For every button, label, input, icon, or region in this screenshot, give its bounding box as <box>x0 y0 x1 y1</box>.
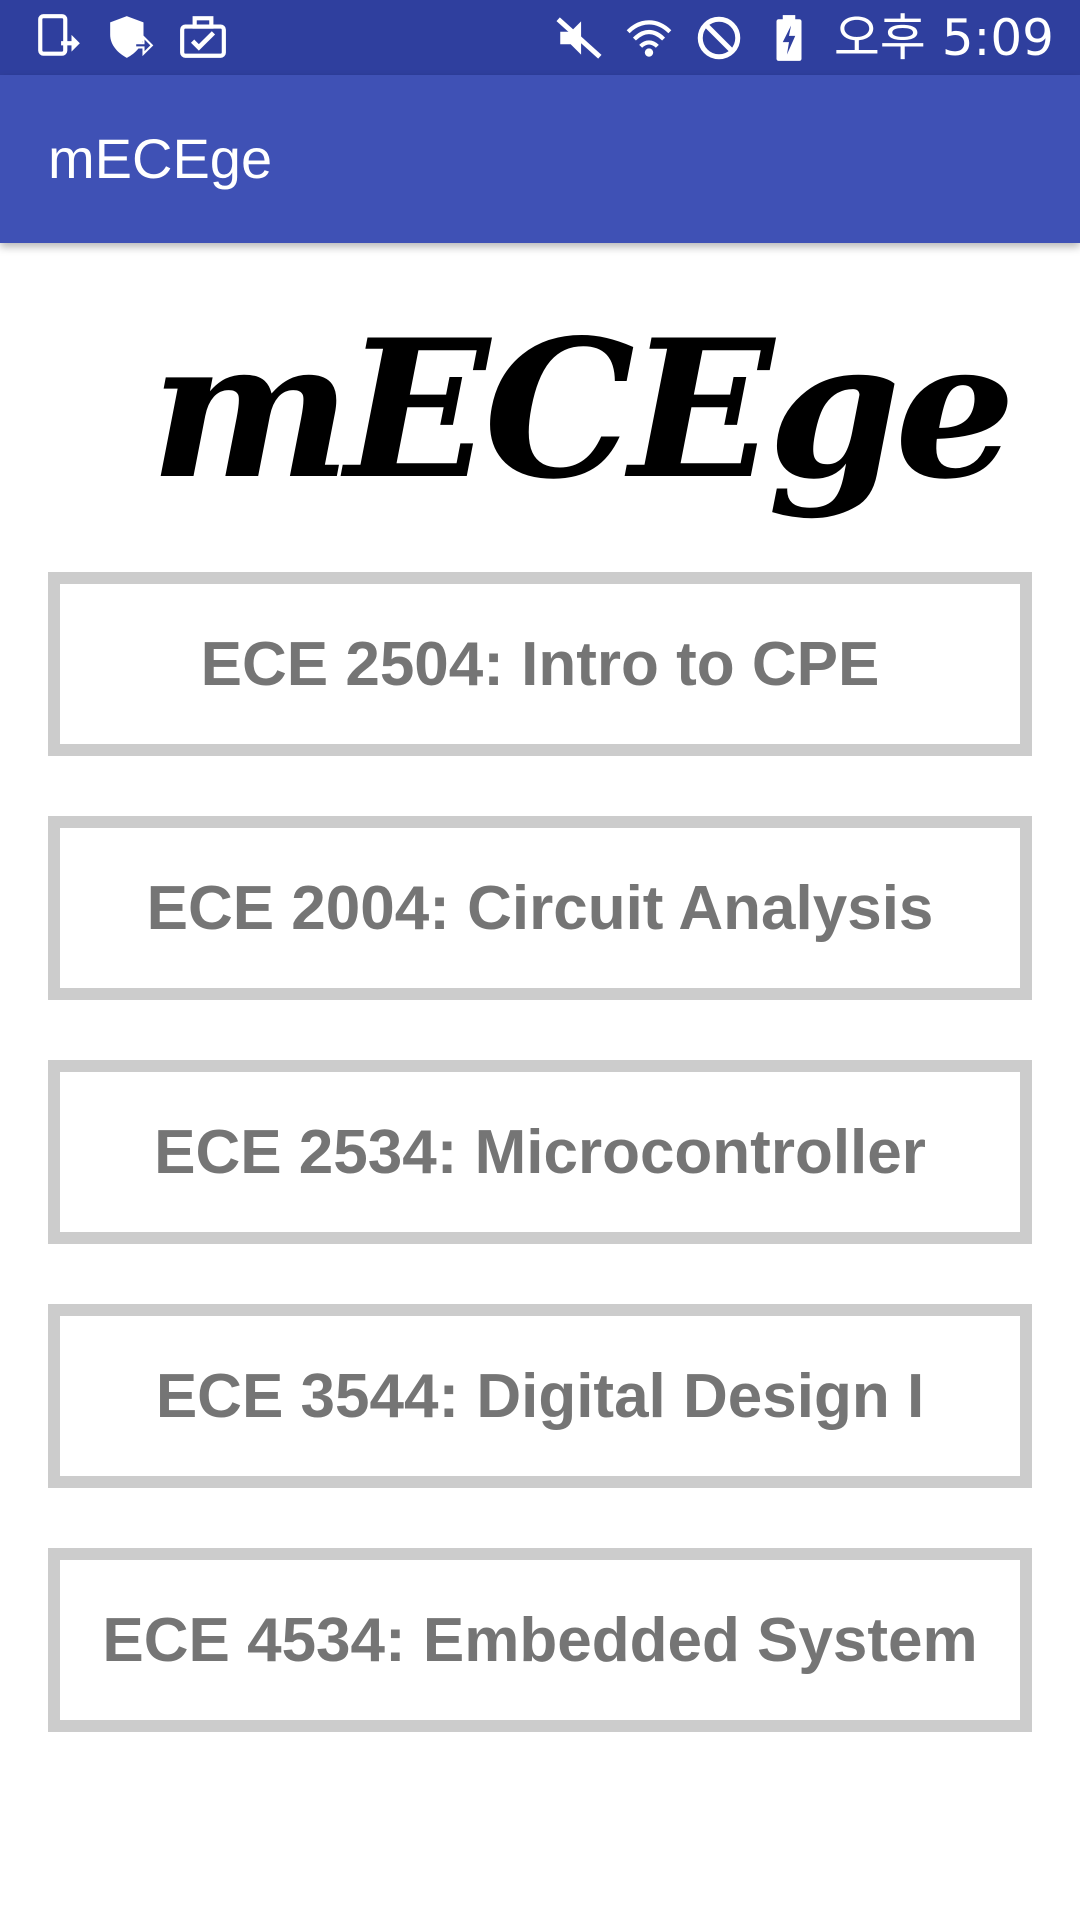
course-button-ece-2534[interactable]: ECE 2534: Microcontroller <box>48 1060 1032 1244</box>
status-bar: 오후 5:09 <box>0 0 1080 75</box>
screen-update-icon <box>38 14 80 56</box>
course-label: ECE 4534: Embedded System <box>102 1605 978 1675</box>
status-time: 오후 5:09 <box>833 9 1054 67</box>
status-right-icons: 오후 5:09 <box>554 8 1054 68</box>
shield-update-icon <box>110 16 154 58</box>
course-list: ECE 2504: Intro to CPE ECE 2004: Circuit… <box>48 572 1032 1792</box>
wifi-icon <box>626 20 672 57</box>
course-label: ECE 2004: Circuit Analysis <box>146 873 934 943</box>
course-button-ece-4534[interactable]: ECE 4534: Embedded System <box>48 1548 1032 1732</box>
course-label: ECE 2504: Intro to CPE <box>200 629 880 699</box>
status-left-icons <box>34 12 228 62</box>
course-button-ece-2504[interactable]: ECE 2504: Intro to CPE <box>48 572 1032 756</box>
app-title: mECEge <box>48 127 273 190</box>
course-label: ECE 2534: Microcontroller <box>154 1117 926 1187</box>
course-button-ece-2004[interactable]: ECE 2004: Circuit Analysis <box>48 816 1032 1000</box>
course-label: ECE 3544: Digital Design I <box>155 1361 925 1431</box>
do-not-disturb-icon <box>697 16 741 60</box>
course-button-ece-3544[interactable]: ECE 3544: Digital Design I <box>48 1304 1032 1488</box>
briefcase-check-icon <box>180 16 226 58</box>
app-logo: mECEge <box>150 298 1016 521</box>
battery-charging-icon <box>776 15 802 61</box>
app-bar: mECEge <box>0 75 1080 243</box>
muted-icon <box>556 17 602 59</box>
